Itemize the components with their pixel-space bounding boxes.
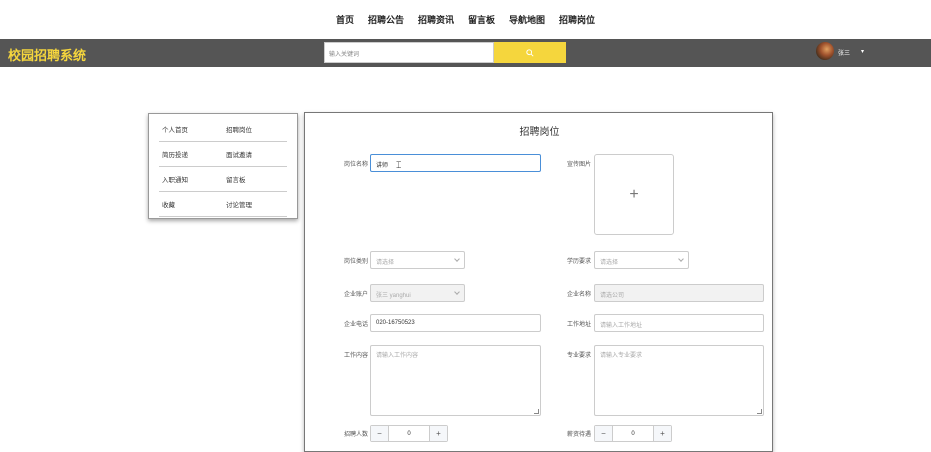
nav-news[interactable]: 招聘资讯 [416, 13, 456, 26]
work-content-textarea[interactable]: 请输入工作内容 [370, 345, 541, 416]
promo-image-label: 宣传图片 [566, 162, 591, 168]
company-phone-input[interactable]: 020-16750523 [370, 314, 541, 332]
sidebar-item-profile[interactable]: 个人首页 [159, 124, 223, 134]
site-logo[interactable]: 校园招聘系统 [8, 45, 86, 64]
nav-message-board[interactable]: 留言板 [466, 13, 497, 26]
image-upload[interactable]: + [594, 154, 674, 235]
work-address-label: 工作地址 [566, 322, 591, 328]
sidebar-item-interview[interactable]: 面试邀请 [223, 149, 287, 159]
user-sidebar-menu: 个人首页 招聘岗位 简历投递 面试邀请 入职通知 留言板 收藏 讨论管理 [148, 113, 298, 219]
header-bar: 校园招聘系统 输入关键词 张三 ▾ [0, 39, 931, 67]
category-select[interactable]: 请选择 [370, 251, 465, 269]
recruit-count-label: 招聘人数 [343, 432, 368, 438]
major-req-placeholder: 请输入专业要求 [600, 353, 643, 359]
decrement-button[interactable]: − [371, 426, 388, 441]
company-name-label: 企业名称 [566, 292, 591, 298]
recruit-count-value[interactable]: 0 [388, 426, 430, 441]
company-account-label: 企业账户 [343, 292, 368, 298]
sidebar-item-favorites[interactable]: 收藏 [159, 199, 223, 209]
company-account-value: 张三 yanghui [376, 293, 411, 299]
nav-announcements[interactable]: 招聘公告 [366, 13, 406, 26]
salary-label: 薪资待遇 [566, 432, 591, 438]
education-placeholder: 请选择 [600, 260, 619, 266]
chevron-down-icon[interactable]: ▾ [861, 48, 864, 55]
salary-value[interactable]: 0 [612, 426, 654, 441]
search-input[interactable]: 输入关键词 [324, 42, 494, 63]
sidebar-item-resume[interactable]: 简历投递 [159, 149, 223, 159]
sidebar-row: 简历投递 面试邀请 [159, 142, 287, 167]
top-navigation: 首页 招聘公告 招聘资讯 留言板 导航地图 招聘岗位 [0, 0, 931, 39]
chevron-down-icon [678, 256, 684, 262]
company-account-select: 张三 yanghui [370, 284, 465, 302]
text-cursor-icon: ⌶ [396, 160, 402, 170]
increment-button[interactable]: + [430, 426, 447, 441]
work-address-input[interactable]: 请输入工作地址 [594, 314, 764, 332]
search-button[interactable] [494, 42, 566, 63]
nav-map[interactable]: 导航地图 [507, 13, 547, 26]
company-name-input: 请选公司 [594, 284, 764, 302]
salary-stepper: − 0 + [594, 425, 672, 442]
chevron-down-icon [454, 256, 460, 262]
sidebar-item-onboarding[interactable]: 入职通知 [159, 174, 223, 184]
avatar[interactable] [816, 42, 834, 60]
page-title: 招聘岗位 [519, 127, 560, 138]
increment-button[interactable]: + [654, 426, 671, 441]
company-phone-label: 企业电话 [343, 322, 368, 328]
sidebar-row: 个人首页 招聘岗位 [159, 117, 287, 142]
work-content-placeholder: 请输入工作内容 [376, 353, 419, 359]
nav-home[interactable]: 首页 [334, 13, 356, 26]
education-select[interactable]: 请选择 [594, 251, 689, 269]
position-name-label: 岗位名称 [343, 162, 368, 168]
education-label: 学历要求 [566, 259, 591, 265]
sidebar-item-discussion[interactable]: 讨论管理 [223, 199, 287, 209]
job-form-panel: 招聘岗位 岗位名称 讲师 宣传图片 + 岗位类别 请选择 学历要求 请选择 企业… [304, 112, 773, 452]
major-req-label: 专业要求 [566, 353, 591, 359]
search-icon [526, 48, 534, 57]
resize-handle-icon[interactable] [757, 409, 762, 414]
sidebar-item-positions[interactable]: 招聘岗位 [223, 124, 287, 134]
work-content-label: 工作内容 [343, 353, 368, 359]
decrement-button[interactable]: − [595, 426, 612, 441]
sidebar-row: 入职通知 留言板 [159, 167, 287, 192]
category-placeholder: 请选择 [376, 260, 395, 266]
resize-handle-icon[interactable] [534, 409, 539, 414]
sidebar-item-messages[interactable]: 留言板 [223, 174, 287, 184]
major-req-textarea[interactable]: 请输入专业要求 [594, 345, 764, 416]
chevron-down-icon [454, 289, 460, 295]
nav-positions[interactable]: 招聘岗位 [557, 13, 597, 26]
recruit-count-stepper: − 0 + [370, 425, 448, 442]
category-label: 岗位类别 [343, 259, 368, 265]
sidebar-row: 收藏 讨论管理 [159, 192, 287, 217]
plus-icon: + [629, 185, 639, 203]
user-name[interactable]: 张三 [838, 48, 850, 57]
